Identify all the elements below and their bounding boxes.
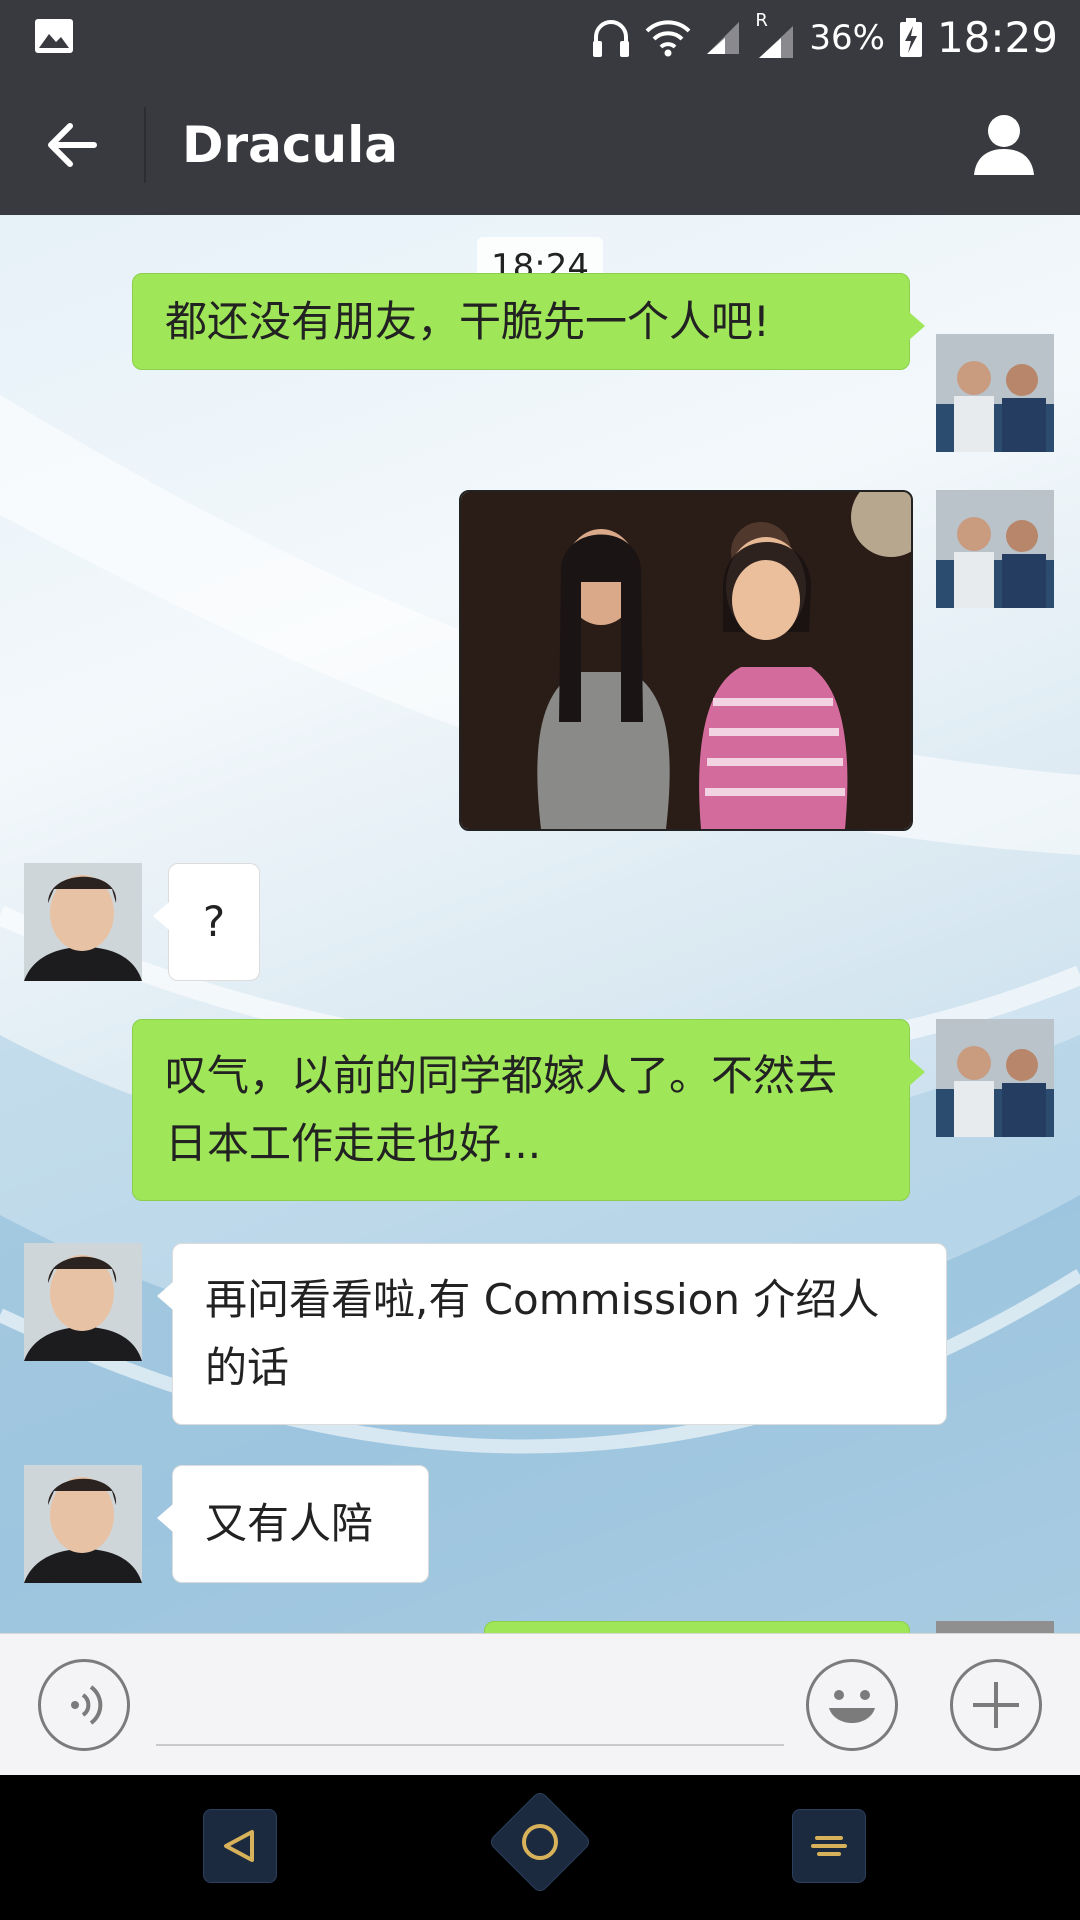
message-input[interactable] [156, 1670, 784, 1746]
headphones-icon [593, 19, 630, 57]
battery-percentage: 36% [809, 17, 885, 58]
nav-back-icon [224, 1830, 254, 1862]
nav-home-icon [522, 1824, 558, 1860]
battery-charging-icon [899, 17, 922, 57]
message-text: 叹气，以前的同学都嫁人了。不然去日本工作走走也好... [165, 1051, 838, 1168]
chat-title: Dracula [182, 116, 399, 174]
more-options-button[interactable] [950, 1659, 1042, 1751]
chat-header: Dracula [0, 75, 1080, 215]
status-bar: R 36% 18:29 [0, 0, 1080, 75]
voice-button[interactable] [38, 1659, 130, 1751]
nav-back-button[interactable] [203, 1809, 277, 1883]
my-avatar[interactable] [936, 1019, 1054, 1137]
message-text: 再问看看啦,有 Commission 介绍人的话 [205, 1275, 880, 1392]
emoji-icon [829, 1690, 875, 1723]
nav-menu-icon [811, 1836, 847, 1856]
message-bubble-outgoing[interactable]: 都还没有朋友，干脆先一个人吧! [132, 273, 925, 370]
message-text: ? [202, 897, 226, 946]
clock: 18:29 [936, 13, 1058, 62]
message-bubble-incoming[interactable]: ? [153, 863, 260, 981]
my-avatar[interactable] [936, 1621, 1054, 1633]
message-bubble-incoming[interactable]: 再问看看啦,有 Commission 介绍人的话 [157, 1243, 947, 1425]
plus-icon [973, 1682, 1019, 1728]
header-divider [144, 107, 146, 183]
message-bubble-outgoing[interactable] [484, 1621, 910, 1633]
back-arrow-icon[interactable] [40, 113, 104, 177]
contact-avatar[interactable] [24, 1243, 142, 1361]
message-text: 都还没有朋友，干脆先一个人吧! [165, 297, 770, 346]
chat-area[interactable]: 18:24 都还没有朋友，干脆先一个人吧! ? 叹气，以前的同学都嫁人了。不然去… [0, 215, 1080, 1633]
user-icon[interactable] [970, 111, 1038, 179]
message-bubble-incoming[interactable]: 又有人陪 [157, 1465, 429, 1583]
my-avatar[interactable] [936, 490, 1054, 608]
contact-avatar[interactable] [24, 863, 142, 981]
contact-avatar[interactable] [24, 1465, 142, 1583]
message-text: 又有人陪 [205, 1499, 374, 1548]
wifi-icon [645, 19, 691, 56]
my-avatar[interactable] [936, 334, 1054, 452]
emoji-button[interactable] [806, 1659, 898, 1751]
message-input-bar [0, 1633, 1080, 1776]
gallery-icon [35, 19, 73, 53]
image-message[interactable] [459, 490, 913, 831]
signal-icon [707, 21, 740, 54]
voice-icon [71, 1685, 103, 1725]
roaming-signal-icon: R [755, 10, 795, 60]
nav-menu-button[interactable] [792, 1809, 866, 1883]
message-bubble-outgoing[interactable]: 叹气，以前的同学都嫁人了。不然去日本工作走走也好... [132, 1019, 925, 1201]
system-nav-bar [0, 1775, 1080, 1920]
